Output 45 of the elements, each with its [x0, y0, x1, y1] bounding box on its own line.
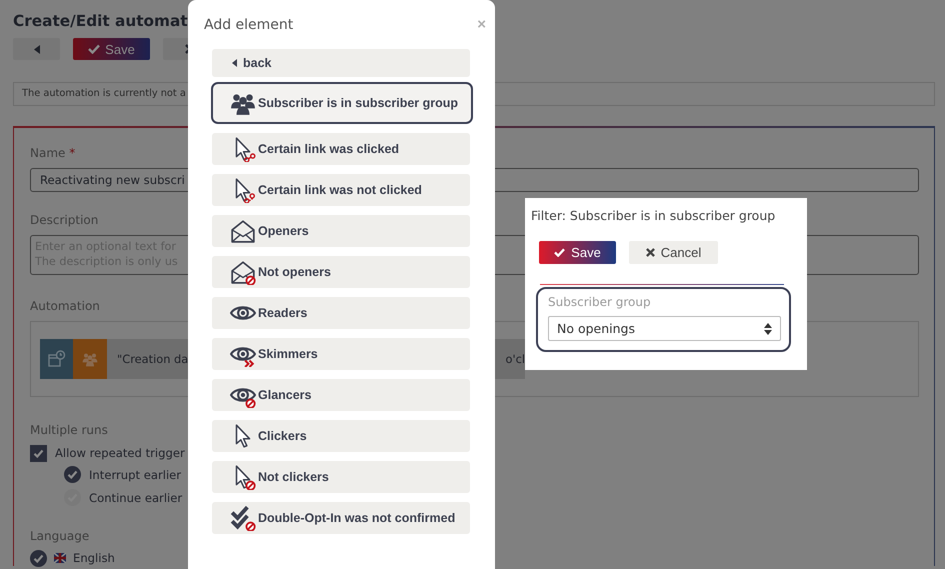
option-label: Continue earlier [89, 490, 182, 504]
field-label: Subscriber group [548, 295, 652, 311]
language-label: English [73, 551, 115, 565]
field-label: Description [30, 213, 98, 227]
dialog-title: Add element [204, 17, 294, 33]
page-title: Create/Edit automat [13, 11, 188, 32]
panel-title: Filter: Subscriber is in subscriber group [531, 208, 776, 224]
close-icon [646, 248, 655, 257]
back-button[interactable] [13, 38, 60, 60]
flag-icon [54, 553, 66, 563]
element-option[interactable]: Not openers [212, 256, 470, 288]
element-option[interactable]: Certain link was not clicked [212, 174, 470, 206]
save-button[interactable]: Save [539, 241, 616, 264]
element-option[interactable]: Not clickers [212, 461, 470, 493]
save-button[interactable]: Save [73, 38, 150, 60]
checkbox-label: Allow repeated trigger [55, 446, 185, 460]
field-label: Multiple runs [30, 423, 108, 437]
element-option[interactable]: Clickers [212, 420, 470, 452]
sort-arrows-icon [764, 322, 772, 334]
people-icon [81, 351, 99, 367]
back-button[interactable]: back [212, 49, 470, 77]
element-option[interactable]: Certain link was clicked [212, 133, 470, 165]
element-option[interactable]: Readers [212, 297, 470, 329]
caret-left-icon [34, 44, 40, 54]
field-label: Automation [30, 299, 100, 313]
check-icon [554, 248, 566, 257]
field-label: Name [30, 146, 66, 160]
cancel-button[interactable]: Cancel [629, 241, 718, 264]
element-option[interactable]: Subscriber is in subscriber group [211, 82, 473, 124]
element-option[interactable]: Openers [212, 215, 470, 247]
field-label: Language [30, 529, 90, 543]
envelope-icon [230, 218, 256, 244]
element-option[interactable]: Skimmers [212, 338, 470, 370]
double-check-prohibited-icon [230, 505, 256, 531]
envelope-prohibited-icon [230, 259, 256, 285]
element-option[interactable]: Double-Opt-In was not confirmed [212, 502, 470, 534]
option-label: Interrupt earlier [89, 468, 182, 482]
element-text: o'cl [505, 352, 525, 366]
caret-left-icon [232, 59, 237, 67]
check-icon [88, 44, 100, 54]
group-select[interactable]: No openings [548, 316, 781, 341]
calendar-clock-icon [48, 350, 66, 368]
element-option[interactable]: Glancers [212, 379, 470, 411]
required-mark: * [69, 146, 76, 160]
element-text: "Creation da [117, 352, 188, 366]
